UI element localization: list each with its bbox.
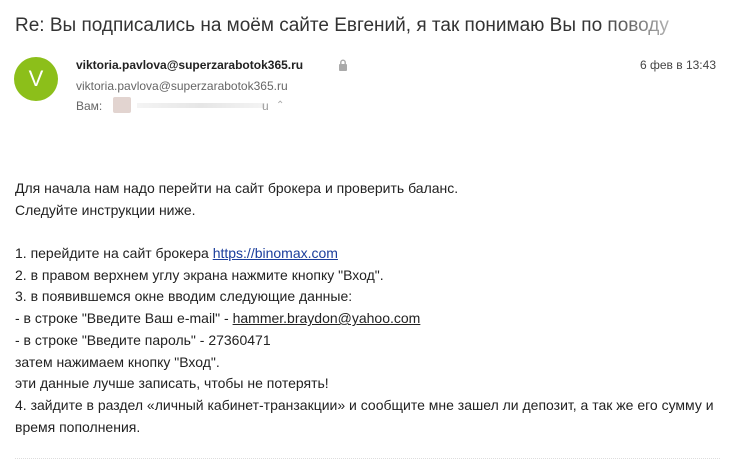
recipient-avatar (113, 97, 131, 113)
recipient-redacted (137, 103, 265, 108)
step-1-text: 1. перейдите на сайт брокера (15, 245, 213, 262)
step-1: 1. перейдите на сайт брокера https://bin… (15, 243, 725, 265)
step-4: 4. зайдите в раздел «личный кабинет-тран… (15, 396, 714, 435)
recipient-label: Вам: (76, 99, 103, 113)
sender-name[interactable]: viktoria.pavlova@superzarabotok365.ru (76, 58, 303, 72)
email-credential-label: - в строке "Введите Ваш e-mail" - (15, 310, 233, 327)
bottom-divider (15, 458, 720, 460)
email-subject: Re: Вы подписались на моём сайте Евгений… (15, 15, 730, 37)
email-subject-text: Re: Вы подписались на моём сайте Евгений… (15, 15, 669, 36)
body-line: затем нажимаем кнопку "Вход". (15, 353, 220, 370)
sender-avatar[interactable]: V (14, 57, 58, 101)
email-date: 6 фев в 13:43 (639, 58, 716, 72)
body-line: эти данные лучше записать, чтобы не поте… (15, 375, 329, 392)
recipient-tail: u (262, 99, 269, 113)
chevron-up-icon[interactable]: ⌃ (276, 100, 284, 111)
broker-link[interactable]: https://binomax.com (213, 245, 338, 261)
body-line: Для начала нам надо перейти на сайт брок… (15, 180, 459, 196)
lock-icon (339, 59, 347, 71)
email-body: Для начала нам надо перейти на сайт брок… (15, 178, 725, 438)
email-credential-value[interactable]: hammer.braydon@yahoo.com (233, 310, 421, 326)
password-line: - в строке "Введите пароль" - 27360471 (15, 331, 271, 348)
avatar-letter: V (28, 66, 44, 91)
step-3: 3. в появившемся окне вводим следующие д… (15, 288, 353, 305)
step-2: 2. в правом верхнем углу экрана нажмите … (15, 266, 384, 283)
body-line: Следуйте инструкции ниже. (15, 201, 196, 218)
sender-email: viktoria.pavlova@superzarabotok365.ru (76, 79, 288, 93)
subject-fade (600, 15, 730, 37)
email-credential-line: - в строке "Введите Ваш e-mail" - hammer… (15, 308, 725, 330)
